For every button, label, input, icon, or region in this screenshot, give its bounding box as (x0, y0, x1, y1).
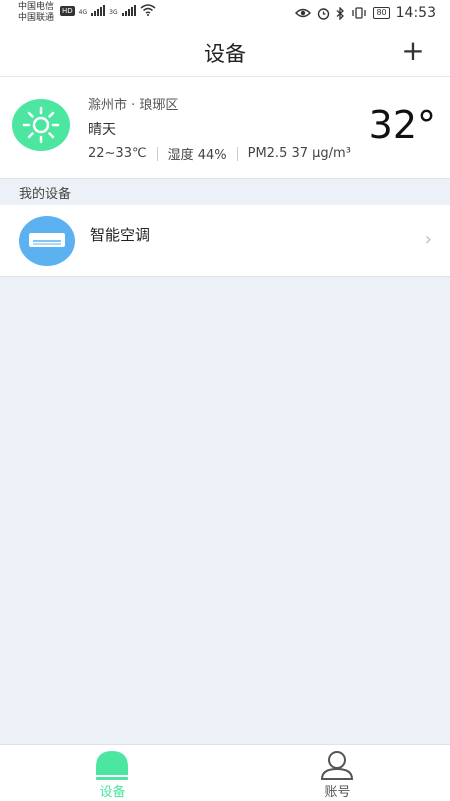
vibrate-icon (352, 7, 367, 19)
temp-range: 22~33℃ (88, 146, 147, 161)
carrier-1: 中国电信 (18, 2, 55, 12)
device-item-air-conditioner[interactable]: 智能空调 › (0, 205, 450, 277)
plus-icon: + (401, 34, 425, 67)
tab-label: 账号 (324, 785, 351, 800)
device-icon-badge (19, 216, 75, 266)
air-conditioner-icon (29, 233, 65, 247)
pm25: PM2.5 37 μg/m³ (247, 146, 351, 161)
device-icon (96, 751, 128, 780)
tab-label: 设备 (99, 785, 126, 800)
page-title: 设备 (204, 42, 246, 66)
weather-condition: 晴天 (88, 122, 116, 138)
sun-icon (22, 106, 60, 144)
signal-bars-icon (121, 5, 136, 16)
wifi-icon (140, 4, 156, 16)
my-devices-section-header: 我的设备 (0, 179, 450, 204)
hd-badge: HD (60, 6, 75, 16)
network-type-2: 3G (109, 9, 118, 16)
carrier-info: 中国电信 中国联通 (18, 2, 54, 24)
status-bar: 中国电信 中国联通 HD 4G 3G 80 14:53 (0, 0, 450, 28)
status-right: 80 14:53 (295, 5, 436, 21)
current-temperature: 32° (368, 103, 436, 147)
weather-card: 滁州市 · 琅琊区 晴天 22~33℃ 湿度 44% PM2.5 37 μg/m… (0, 77, 450, 179)
alarm-icon (318, 7, 330, 20)
network-type-1: 4G (78, 9, 88, 16)
weather-location: 滁州市 · 琅琊区 (88, 98, 179, 113)
battery-indicator: 80 (373, 7, 390, 19)
tab-account[interactable]: 账号 (225, 745, 450, 801)
person-icon (320, 751, 354, 780)
carrier-2: 中国联通 (18, 13, 55, 23)
tab-devices[interactable]: 设备 (0, 745, 225, 801)
app-header: 设备 + (0, 28, 450, 77)
bottom-tab-bar: 设备 账号 (0, 744, 450, 801)
device-name: 智能空调 (90, 226, 151, 244)
chevron-right-icon: › (424, 229, 432, 250)
add-device-button[interactable]: + (398, 34, 428, 68)
section-title: 我的设备 (19, 187, 72, 202)
humidity: 湿度 44% (167, 148, 227, 163)
bluetooth-icon (337, 6, 345, 20)
weather-stats: 22~33℃ 湿度 44% PM2.5 37 μg/m³ (88, 144, 351, 163)
signal-bars-icon (91, 5, 106, 16)
divider (236, 146, 238, 161)
clock: 14:53 (395, 5, 436, 21)
weather-icon-badge (12, 99, 70, 151)
eye-icon (295, 8, 312, 18)
divider (156, 146, 158, 161)
signal-group: HD 4G 3G (60, 4, 156, 16)
